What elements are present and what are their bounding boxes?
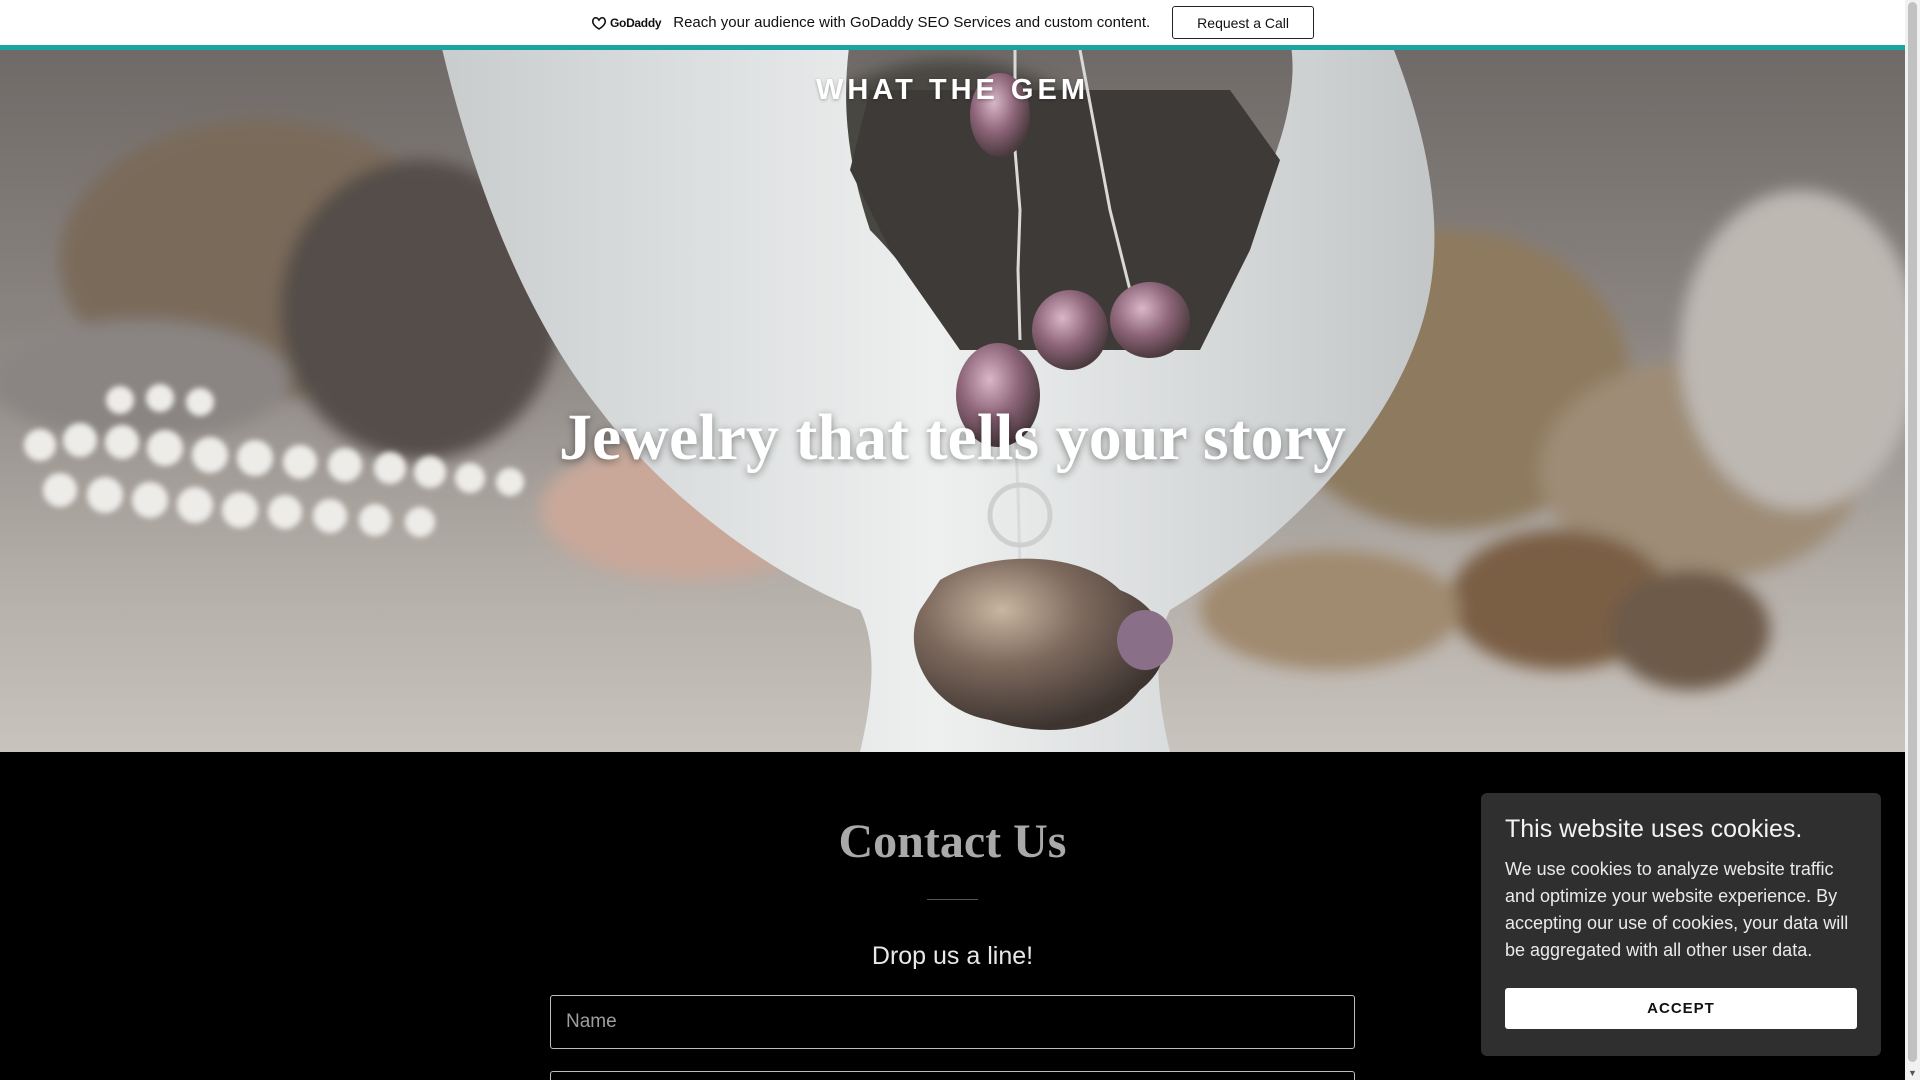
godaddy-logo: GoDaddy (591, 15, 662, 30)
section-divider (927, 899, 978, 900)
godaddy-logo-text: GoDaddy (610, 15, 662, 30)
hero-heading: Jewelry that tells your story (559, 401, 1346, 474)
cookie-body-text: We use cookies to analyze website traffi… (1505, 859, 1849, 960)
scroll-down-arrow-icon[interactable]: ▼ (1908, 1068, 1917, 1078)
email-input[interactable] (550, 1071, 1355, 1080)
accept-cookies-button[interactable]: ACCEPT (1505, 988, 1857, 1029)
request-call-button[interactable]: Request a Call (1172, 6, 1314, 39)
cookie-title: This website uses cookies. (1505, 815, 1803, 843)
cookie-banner: This website uses cookies. We use cookie… (1481, 793, 1881, 1056)
name-input[interactable] (550, 995, 1355, 1049)
promo-bar: GoDaddy Reach your audience with GoDaddy… (0, 0, 1905, 45)
site-title[interactable]: WHAT THE GEM (0, 74, 1905, 107)
godaddy-logo-icon (591, 16, 607, 30)
promo-message: Reach your audience with GoDaddy SEO Ser… (673, 14, 1151, 31)
hero-section: WHAT THE GEM Jewelry that tells your sto… (0, 50, 1905, 752)
page-scrollbar[interactable]: ▼ (1905, 0, 1920, 1080)
scrollbar-thumb[interactable] (1908, 2, 1917, 1062)
